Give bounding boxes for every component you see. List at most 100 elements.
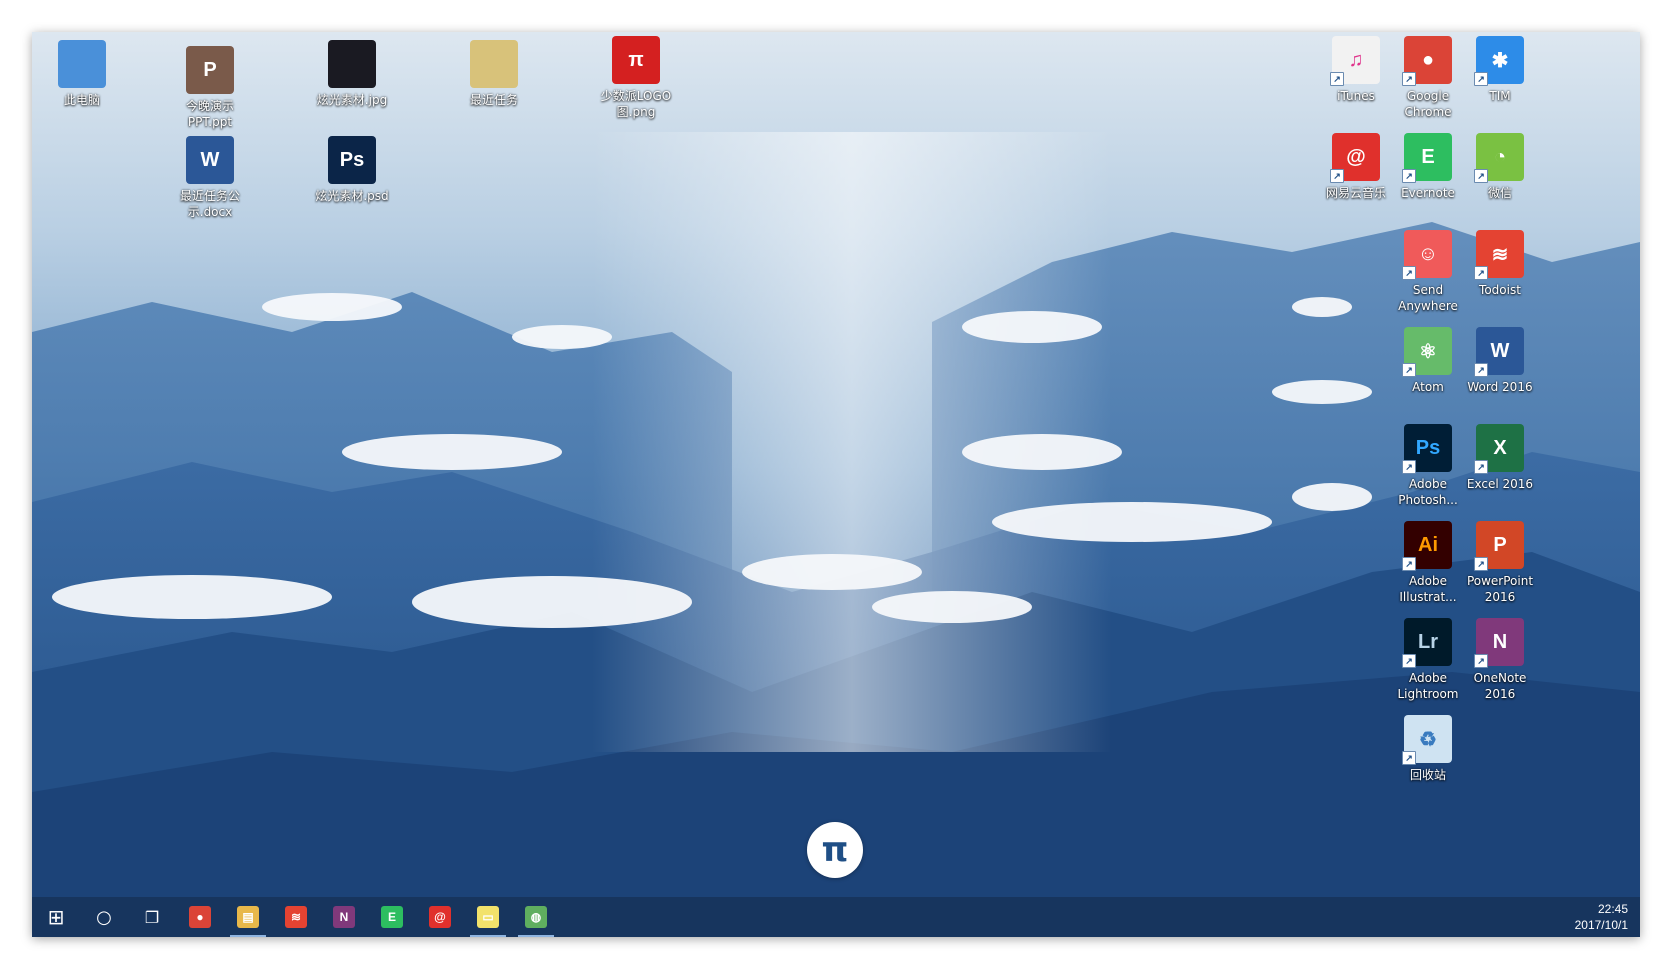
taskbar-evernote-icon: E xyxy=(381,906,403,928)
atom-icon: ⚛ ↗ xyxy=(1402,327,1452,377)
icon-label: Word 2016 xyxy=(1467,380,1533,394)
cortana-search-button[interactable]: ○ xyxy=(80,897,128,937)
shortcut-arrow-icon: ↗ xyxy=(1474,557,1488,571)
todoist-desktop-shortcut[interactable]: ≋ ↗ Todoist xyxy=(1458,230,1542,298)
shortcut-arrow-icon: ↗ xyxy=(1474,363,1488,377)
icon-label: 炫光素材.jpg xyxy=(316,93,388,107)
tim-icon: ✱ ↗ xyxy=(1474,36,1524,86)
desktop[interactable]: 此电脑 P 今晚演示PPT.ppt 炫光素材.jpg 最近任务 π 少数派LOGO图.png… xyxy=(32,32,1640,937)
clock-date: 2017/10/1 xyxy=(1574,918,1628,932)
pi-floating-button[interactable]: π xyxy=(807,822,863,878)
taskbar-onenote-icon: N xyxy=(333,906,355,928)
clock-time: 22:45 xyxy=(1597,902,1628,916)
evernote-icon: E ↗ xyxy=(1402,133,1452,183)
shortcut-arrow-icon: ↗ xyxy=(1402,169,1416,183)
excel-icon: X ↗ xyxy=(1474,424,1524,474)
jpg-file-desktop-shortcut[interactable]: 炫光素材.jpg xyxy=(310,40,394,108)
taskbar-globe-icon: ◍ xyxy=(525,906,547,928)
shortcut-arrow-icon: ↗ xyxy=(1330,169,1344,183)
icon-label: 此电脑 xyxy=(63,93,100,107)
windows-logo-icon: ⊞ xyxy=(47,905,65,929)
shortcut-arrow-icon: ↗ xyxy=(1402,751,1416,765)
taskbar-netease-music-button[interactable]: @ xyxy=(416,897,464,937)
ppt-file-icon: P xyxy=(186,46,234,94)
send-anywhere-icon: ☺ ↗ xyxy=(1402,230,1452,280)
ppt-file-desktop-shortcut[interactable]: P 今晚演示PPT.ppt xyxy=(168,46,252,130)
shortcut-arrow-icon: ↗ xyxy=(1402,363,1416,377)
icon-label: TIM xyxy=(1489,89,1511,103)
psd-file-icon: Ps xyxy=(328,136,376,184)
folder-icon xyxy=(470,40,518,88)
task-view-button[interactable]: ❐ xyxy=(128,897,176,937)
taskbar-onenote-button[interactable]: N xyxy=(320,897,368,937)
word-desktop-shortcut[interactable]: W ↗ Word 2016 xyxy=(1458,327,1542,395)
taskbar-file-explorer-icon: ▤ xyxy=(237,906,259,928)
icon-label: 回收站 xyxy=(1409,768,1446,782)
excel-desktop-shortcut[interactable]: X ↗ Excel 2016 xyxy=(1458,424,1542,492)
word-icon: W ↗ xyxy=(1474,327,1524,377)
shortcut-arrow-icon: ↗ xyxy=(1474,654,1488,668)
wechat-icon: ◔ ↗ xyxy=(1474,133,1524,183)
recycle-bin-icon: ♻ ↗ xyxy=(1402,715,1452,765)
icon-label: 微信 xyxy=(1487,186,1512,200)
jpg-file-icon xyxy=(328,40,376,88)
onenote-icon: N ↗ xyxy=(1474,618,1524,668)
search-circle-icon: ○ xyxy=(96,906,112,928)
psd-file-desktop-shortcut[interactable]: Ps 炫光素材.psd xyxy=(310,136,394,204)
shortcut-arrow-icon: ↗ xyxy=(1402,654,1416,668)
taskbar-todoist-button[interactable]: ≋ xyxy=(272,897,320,937)
icon-label: Todoist xyxy=(1479,283,1521,297)
icon-label: 少数派LOGO图.png xyxy=(600,89,672,119)
lightroom-icon: Lr ↗ xyxy=(1402,618,1452,668)
png-file-icon: π xyxy=(612,36,660,84)
photoshop-icon: Ps ↗ xyxy=(1402,424,1452,474)
powerpoint-icon: P ↗ xyxy=(1474,521,1524,571)
taskbar-file-explorer-button[interactable]: ▤ xyxy=(224,897,272,937)
system-clock[interactable]: 22:45 2017/10/1 xyxy=(1575,901,1628,933)
taskbar-chrome-button[interactable]: ● xyxy=(176,897,224,937)
powerpoint-desktop-shortcut[interactable]: P ↗ PowerPoint 2016 xyxy=(1458,521,1542,605)
this-pc-desktop-shortcut[interactable]: 此电脑 xyxy=(40,40,124,108)
taskbar-todoist-icon: ≋ xyxy=(285,906,307,928)
taskbar-sticky-notes-button[interactable]: ▭ xyxy=(464,897,512,937)
folder-desktop-shortcut[interactable]: 最近任务 xyxy=(452,40,536,108)
shortcut-arrow-icon: ↗ xyxy=(1402,557,1416,571)
taskbar: ⊞ ○ ❐ ● ▤ ≋ N E @ ▭ ◍ 22:45 2017/10/1 xyxy=(32,897,1640,937)
png-file-desktop-shortcut[interactable]: π 少数派LOGO图.png xyxy=(594,36,678,120)
taskbar-netease-music-icon: @ xyxy=(429,906,451,928)
pi-icon: π xyxy=(821,830,849,870)
icon-label: PowerPoint 2016 xyxy=(1466,574,1534,604)
chrome-icon: ● ↗ xyxy=(1402,36,1452,86)
icon-label: OneNote 2016 xyxy=(1473,671,1527,701)
wechat-desktop-shortcut[interactable]: ◔ ↗ 微信 xyxy=(1458,133,1542,201)
shortcut-arrow-icon: ↗ xyxy=(1474,460,1488,474)
start-button[interactable]: ⊞ xyxy=(32,897,80,937)
itunes-icon: ♫ ↗ xyxy=(1330,36,1380,86)
taskbar-chrome-icon: ● xyxy=(189,906,211,928)
shortcut-arrow-icon: ↗ xyxy=(1474,72,1488,86)
shortcut-arrow-icon: ↗ xyxy=(1402,266,1416,280)
this-pc-icon xyxy=(58,40,106,88)
taskbar-globe-button[interactable]: ◍ xyxy=(512,897,560,937)
todoist-icon: ≋ ↗ xyxy=(1474,230,1524,280)
task-view-icon: ❐ xyxy=(144,907,160,927)
icon-label: Excel 2016 xyxy=(1466,477,1534,491)
docx-file-desktop-shortcut[interactable]: W 最近任务公示.docx xyxy=(168,136,252,220)
icon-label: 最近任务公示.docx xyxy=(179,189,240,219)
shortcut-arrow-icon: ↗ xyxy=(1330,72,1344,86)
netease-music-icon: @ ↗ xyxy=(1330,133,1380,183)
recycle-bin-desktop-shortcut[interactable]: ♻ ↗ 回收站 xyxy=(1386,715,1470,783)
shortcut-arrow-icon: ↗ xyxy=(1474,266,1488,280)
icon-label: 今晚演示PPT.ppt xyxy=(185,99,234,129)
tim-desktop-shortcut[interactable]: ✱ ↗ TIM xyxy=(1458,36,1542,104)
onenote-desktop-shortcut[interactable]: N ↗ OneNote 2016 xyxy=(1458,618,1542,702)
shortcut-arrow-icon: ↗ xyxy=(1474,169,1488,183)
taskbar-sticky-notes-icon: ▭ xyxy=(477,906,499,928)
shortcut-arrow-icon: ↗ xyxy=(1402,72,1416,86)
docx-file-icon: W xyxy=(186,136,234,184)
taskbar-evernote-button[interactable]: E xyxy=(368,897,416,937)
shortcut-arrow-icon: ↗ xyxy=(1402,460,1416,474)
icon-label: 炫光素材.psd xyxy=(315,189,389,203)
illustrator-icon: Ai ↗ xyxy=(1402,521,1452,571)
icon-label: 最近任务 xyxy=(469,93,518,107)
